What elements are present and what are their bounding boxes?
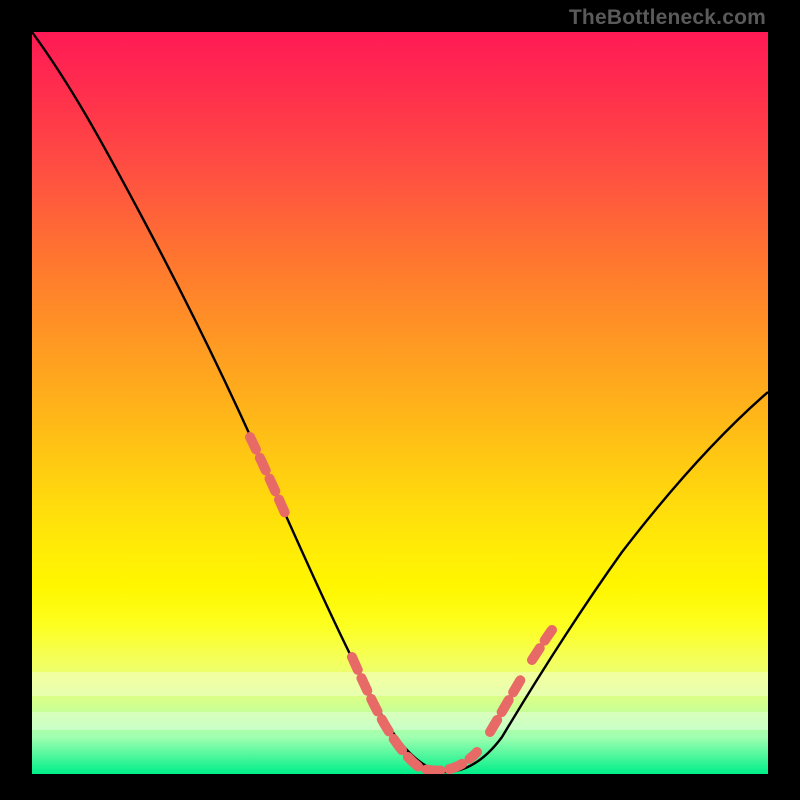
segment-right-b (532, 630, 552, 660)
chart-frame: TheBottleneck.com (0, 0, 800, 800)
plot-area (32, 32, 768, 774)
bottleneck-curve (32, 32, 768, 772)
attribution-label: TheBottleneck.com (569, 6, 766, 30)
curve-layer (32, 32, 768, 774)
segment-right-a (490, 674, 524, 732)
segment-trough (352, 657, 477, 771)
highlight-segments (250, 437, 552, 771)
segment-left-upper (250, 437, 288, 520)
